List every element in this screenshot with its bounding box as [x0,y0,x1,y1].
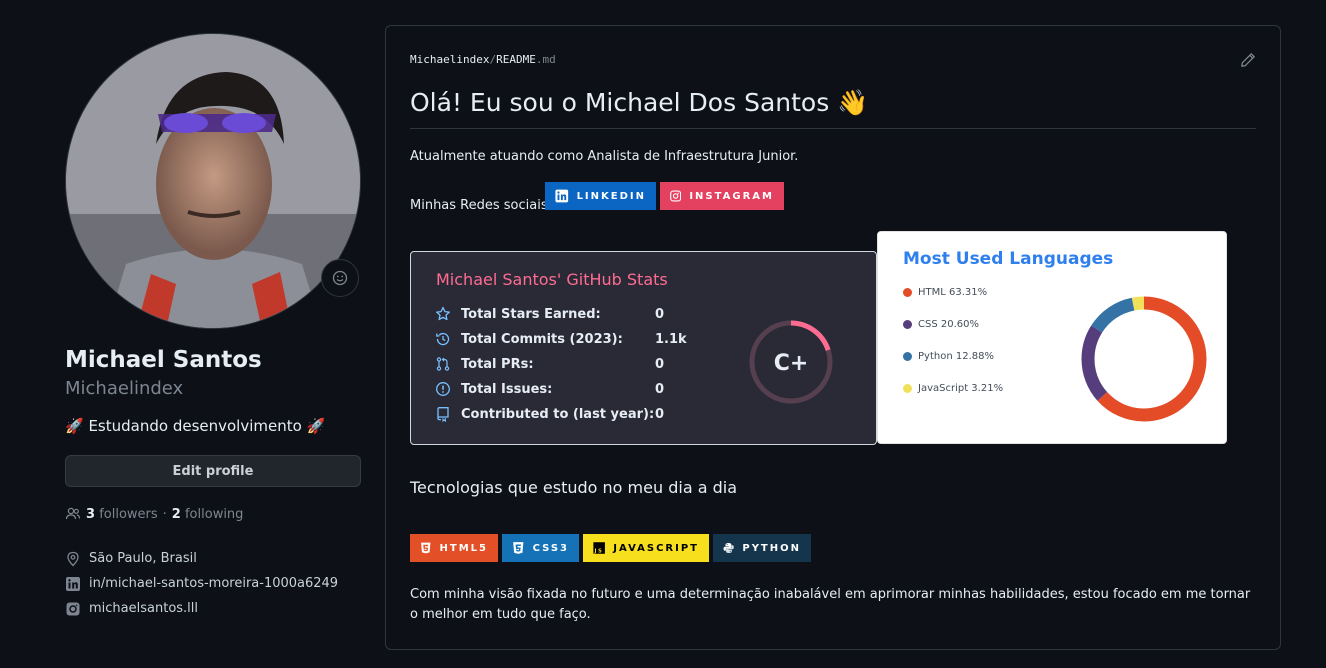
stat-value: 0 [655,356,665,372]
stats-title: Michael Santos' GitHub Stats [436,270,668,289]
edit-profile-button[interactable]: Edit profile [65,455,361,487]
profile-name: Michael Santos [65,347,262,373]
js-icon: JS [593,542,605,555]
python-badge[interactable]: PYTHON [713,534,811,562]
languages-donut-chart [1081,296,1207,422]
legend-item-html: HTML 63.31% [903,287,987,298]
css3-icon [513,542,524,554]
breadcrumb-owner[interactable]: Michaelindex [410,53,489,66]
stat-value: 0 [655,381,665,397]
tech-heading: Tecnologias que estudo no meu dia a dia [410,478,737,497]
linkedin-badge[interactable]: LINKEDIN [545,182,656,210]
readme-breadcrumb: Michaelindex/README.md [410,53,556,66]
location-icon [67,551,79,566]
legend-swatch [903,320,912,329]
rank-circle: C+ [749,320,833,404]
linkedin-icon [66,576,80,591]
python-icon [723,543,734,553]
avatar-photo [66,34,360,328]
following-link[interactable]: 2 following [172,507,244,522]
stat-value: 0 [655,406,665,422]
profile-instagram-link[interactable]: michaelsantos.lll [65,596,365,621]
stat-value: 1.1k [655,331,687,347]
html5-badge[interactable]: HTML5 [410,534,498,562]
pull-request-icon [436,357,450,371]
javascript-badge[interactable]: JS JAVASCRIPT [583,534,709,562]
pencil-icon [1241,53,1255,67]
legend-swatch [903,288,912,297]
legend-swatch [903,352,912,361]
stat-row-commits: Total Commits (2023): 1.1k [435,329,687,349]
chart-title: Most Used Languages [903,249,1114,269]
smiley-icon [332,270,348,286]
profile-bio: 🚀 Estudando desenvolvimento 🚀 [65,417,326,435]
stat-row-issues: Total Issues: 0 [435,379,664,399]
html5-icon [421,542,431,554]
stat-row-prs: Total PRs: 0 [435,354,664,374]
legend-swatch [903,384,912,393]
avatar-container [65,33,361,329]
readme-title: Olá! Eu sou o Michael Dos Santos 👋 [410,88,869,117]
stat-row-contributed: Contributed to (last year): 0 [435,404,664,424]
edit-readme-button[interactable] [1240,52,1256,72]
legend-item-css: CSS 20.60% [903,319,979,330]
profile-details: São Paulo, Brasil in/michael-santos-more… [65,546,365,621]
star-icon [436,306,450,321]
title-divider [410,128,1256,129]
profile-login: Michaelindex [65,378,184,399]
instagram-icon [670,190,682,202]
readme-intro: Atualmente atuando como Analista de Infr… [410,149,799,164]
issue-icon [436,382,450,396]
stat-value: 0 [655,306,665,322]
profile-readme: Michaelindex/README.md Olá! Eu sou o Mic… [385,25,1281,650]
set-status-button[interactable] [321,259,359,297]
instagram-badge[interactable]: INSTAGRAM [660,182,784,210]
legend-item-python: Python 12.88% [903,351,994,362]
avatar[interactable] [65,33,361,329]
follow-stats: 3 followers · 2 following [65,506,243,522]
follow-separator: · [162,506,167,522]
github-stats-card[interactable]: Michael Santos' GitHub Stats Total Stars… [410,251,877,445]
top-languages-card[interactable]: Most Used Languages HTML 63.31% CSS 20.6… [877,231,1227,444]
profile-linkedin-link[interactable]: in/michael-santos-moreira-1000a6249 [65,571,365,596]
instagram-icon [66,602,80,615]
rank-label: C+ [774,351,809,376]
css3-badge[interactable]: CSS3 [502,534,579,562]
people-icon [65,507,81,520]
repo-icon [437,407,449,422]
stat-row-stars: Total Stars Earned: 0 [435,304,664,324]
breadcrumb-file[interactable]: README [496,53,536,66]
legend-item-javascript: JavaScript 3.21% [903,383,1003,394]
linkedin-icon [555,189,569,203]
svg-text:JS: JS [593,549,603,555]
social-label: Minhas Redes sociais: [410,198,552,213]
history-icon [436,332,450,346]
profile-location: São Paulo, Brasil [65,546,365,571]
followers-link[interactable]: 3 followers [86,507,158,522]
readme-closing: Com minha visão fixada no futuro e uma d… [410,587,1251,622]
